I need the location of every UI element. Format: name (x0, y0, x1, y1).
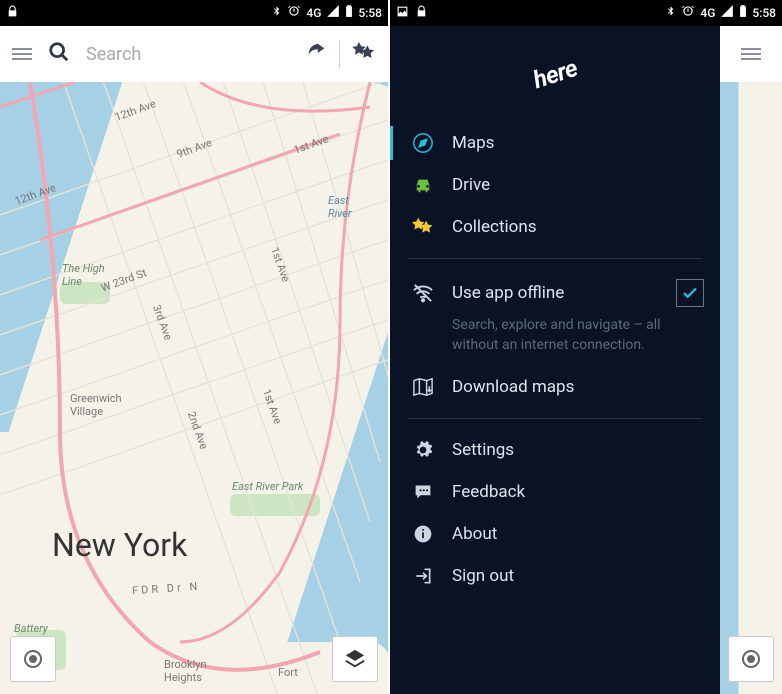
map-label-eastriverpark: East River Park (232, 480, 303, 493)
wifi-off-icon (412, 282, 434, 304)
menu-about[interactable]: About (390, 513, 720, 555)
signal-icon (326, 4, 340, 22)
map-canvas[interactable]: The High Line East River Park Greenwich … (0, 82, 388, 694)
image-icon (396, 5, 409, 22)
map-view-panel: 4G 5:58 Search (0, 0, 390, 694)
offline-toggle-row[interactable]: Use app offline (390, 269, 720, 311)
strip-toolbar (720, 26, 782, 82)
feedback-icon (412, 481, 434, 503)
logo-area: here (390, 26, 720, 122)
status-time: 5:58 (752, 6, 776, 20)
lock-icon (6, 5, 19, 22)
locate-button[interactable] (728, 636, 774, 682)
menu-label: Feedback (452, 482, 525, 502)
layers-button[interactable] (332, 636, 378, 682)
info-icon (412, 523, 434, 545)
divider (408, 418, 702, 419)
menu-label: Download maps (452, 377, 574, 397)
directions-icon[interactable] (305, 41, 327, 67)
status-bar-right: 4G 5:58 (390, 0, 782, 26)
stars-icon (412, 216, 434, 238)
hamburger-icon[interactable] (12, 48, 32, 60)
network-label: 4G (700, 6, 715, 20)
alarm-icon (287, 4, 301, 22)
car-icon (412, 174, 434, 196)
locate-button[interactable] (10, 636, 56, 682)
app-toolbar: Search (0, 26, 388, 82)
offline-description: Search, explore and navigate – all witho… (390, 311, 720, 366)
menu-settings[interactable]: Settings (390, 429, 720, 471)
divider (408, 258, 702, 259)
menu-maps[interactable]: Maps (390, 122, 720, 164)
map-sliver-canvas[interactable] (720, 82, 782, 694)
status-time: 5:58 (358, 6, 382, 20)
search-input[interactable]: Search (86, 44, 289, 65)
bluetooth-icon (271, 4, 282, 22)
battery-icon (739, 4, 747, 22)
city-label: New York (52, 526, 187, 564)
menu-label: Drive (452, 175, 490, 195)
map-download-icon (412, 376, 434, 398)
toolbar-separator (339, 40, 340, 68)
gear-icon (412, 439, 434, 461)
menu-label: Settings (452, 440, 514, 460)
menu-signout[interactable]: Sign out (390, 555, 720, 597)
nav-drawer: here Maps Drive Collections Use app offl… (390, 26, 720, 694)
signout-icon (412, 565, 434, 587)
hamburger-icon[interactable] (741, 48, 761, 60)
battery-icon (345, 4, 353, 22)
alarm-icon (681, 4, 695, 22)
here-logo: here (530, 54, 581, 94)
compass-icon (412, 132, 434, 154)
signal-icon (720, 4, 734, 22)
network-label: 4G (306, 6, 321, 20)
map-label-highline: The High Line (62, 262, 105, 288)
search-icon[interactable] (48, 41, 70, 67)
bluetooth-icon (665, 4, 676, 22)
map-label-brooklyn: Brooklyn Heights (164, 658, 207, 684)
menu-label: Sign out (452, 566, 514, 586)
menu-label: Collections (452, 217, 537, 237)
map-sliver (720, 26, 782, 694)
menu-download[interactable]: Download maps (390, 366, 720, 408)
menu-label: About (452, 524, 497, 544)
status-bar: 4G 5:58 (0, 0, 388, 26)
menu-label: Maps (452, 133, 494, 153)
offline-checkbox[interactable] (676, 279, 704, 307)
drawer-panel: 4G 5:58 here Maps Drive Collections Use … (390, 0, 782, 694)
lock-icon (415, 5, 428, 22)
menu-drive[interactable]: Drive (390, 164, 720, 206)
collections-icon[interactable] (352, 42, 376, 66)
map-label-fort: Fort (278, 666, 298, 679)
menu-feedback[interactable]: Feedback (390, 471, 720, 513)
menu-collections[interactable]: Collections (390, 206, 720, 248)
offline-label: Use app offline (452, 283, 658, 303)
map-label-eastriver: East River (328, 194, 352, 220)
map-label-greenwich: Greenwich Village (70, 392, 122, 418)
